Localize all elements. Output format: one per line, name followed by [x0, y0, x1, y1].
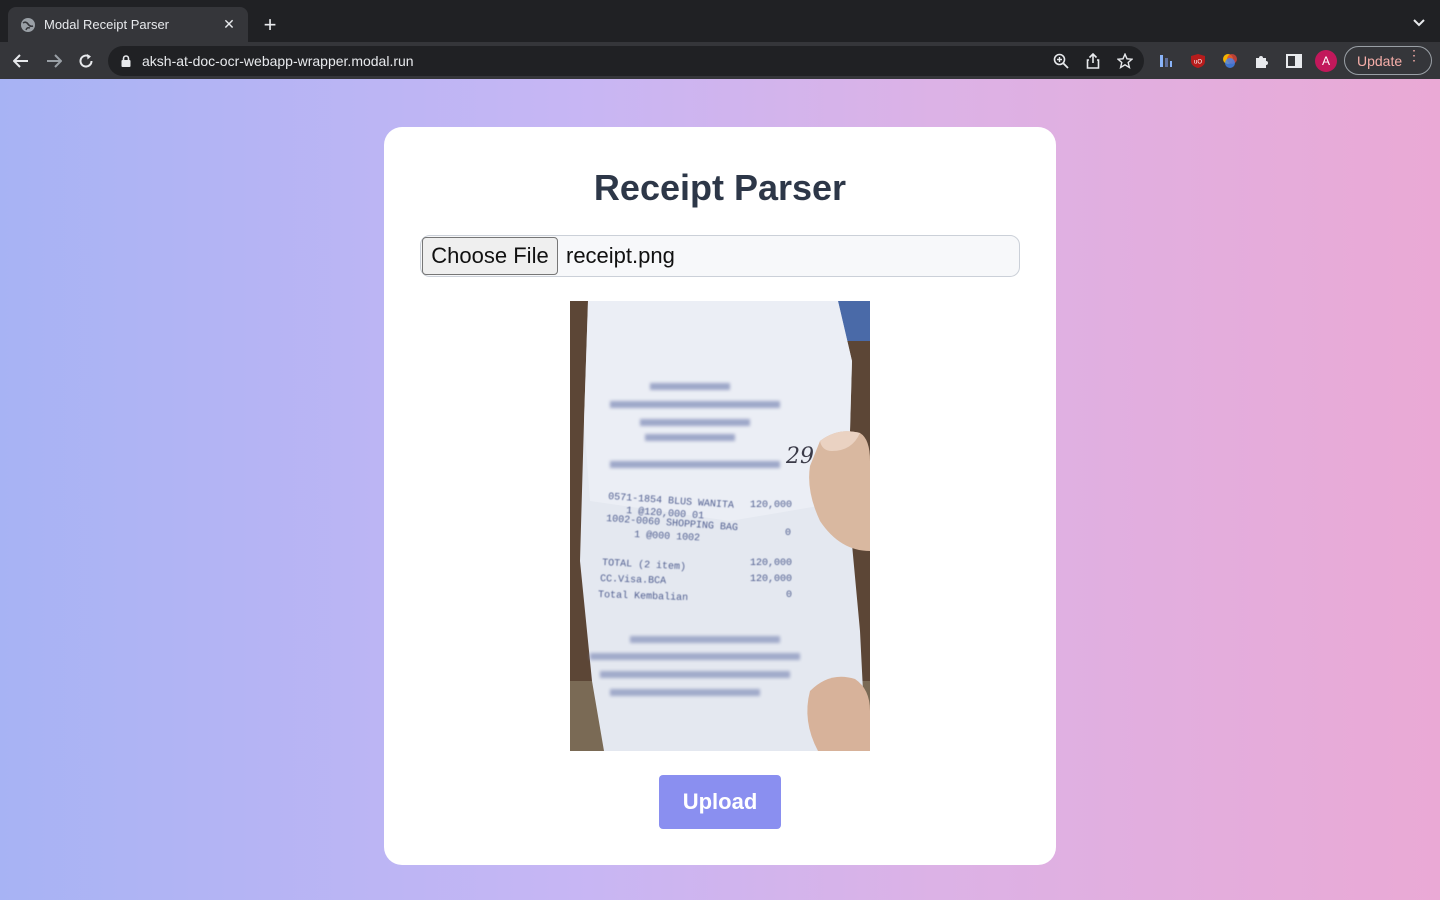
reload-button[interactable] — [73, 48, 99, 74]
reload-icon — [79, 54, 93, 68]
new-tab-button[interactable]: + — [258, 12, 282, 37]
puzzle-icon[interactable] — [1252, 51, 1272, 71]
tab-title: Modal Receipt Parser — [44, 17, 169, 32]
receipt-line-4-right: 0 — [785, 528, 791, 539]
arrow-right-icon — [47, 54, 62, 68]
update-button[interactable]: Update ⋮ — [1344, 46, 1432, 75]
extension-bars-icon[interactable] — [1156, 51, 1176, 71]
receipt-line-6-left: CC.Visa.BCA — [600, 573, 666, 587]
page-background: Receipt Parser Choose File receipt.png 0… — [0, 79, 1440, 900]
avatar[interactable]: A — [1315, 50, 1337, 72]
address-bar[interactable]: aksh-at-doc-ocr-webapp-wrapper.modal.run — [108, 46, 1144, 76]
ublock-icon[interactable]: uO — [1188, 51, 1208, 71]
chevron-down-icon[interactable] — [1410, 14, 1428, 32]
file-input[interactable]: Choose File receipt.png — [420, 235, 1020, 277]
color-extension-icon[interactable] — [1220, 51, 1240, 71]
url-text: aksh-at-doc-ocr-webapp-wrapper.modal.run — [142, 53, 414, 69]
close-icon[interactable]: ✕ — [220, 16, 238, 34]
handwritten-number: 29 — [785, 444, 814, 469]
back-button[interactable] — [8, 48, 34, 74]
browser-tab[interactable]: Modal Receipt Parser ✕ — [8, 7, 248, 42]
side-panel-icon[interactable] — [1284, 51, 1304, 71]
forward-button[interactable] — [41, 48, 67, 74]
share-icon[interactable] — [1084, 52, 1102, 70]
receipt-line-2-right: 120,000 — [750, 500, 792, 511]
receipt-line-7-right: 0 — [786, 590, 792, 601]
globe-icon — [20, 17, 36, 33]
tab-strip: Modal Receipt Parser ✕ + — [0, 0, 1440, 42]
lock-icon — [120, 54, 132, 68]
page-title: Receipt Parser — [593, 167, 847, 208]
receipt-line-5-right: 120,000 — [750, 558, 792, 569]
receipt-line-6-right: 120,000 — [750, 574, 792, 585]
arrow-left-icon — [13, 54, 28, 68]
selected-file-name: receipt.png — [566, 243, 675, 268]
parser-card: Receipt Parser Choose File receipt.png 0… — [384, 127, 1056, 865]
zoom-icon[interactable] — [1052, 52, 1070, 70]
choose-file-button[interactable]: Choose File — [422, 237, 558, 275]
receipt-preview-image: 0571-1854 BLUS WANITA 1 @120,000 01 120,… — [570, 301, 870, 751]
star-icon[interactable] — [1116, 52, 1134, 70]
svg-text:uO: uO — [1194, 60, 1202, 66]
upload-button[interactable]: Upload — [659, 775, 781, 829]
more-menu-icon: ⋮ — [1407, 47, 1421, 63]
browser-toolbar: aksh-at-doc-ocr-webapp-wrapper.modal.run… — [0, 42, 1440, 79]
update-label: Update — [1357, 52, 1403, 69]
